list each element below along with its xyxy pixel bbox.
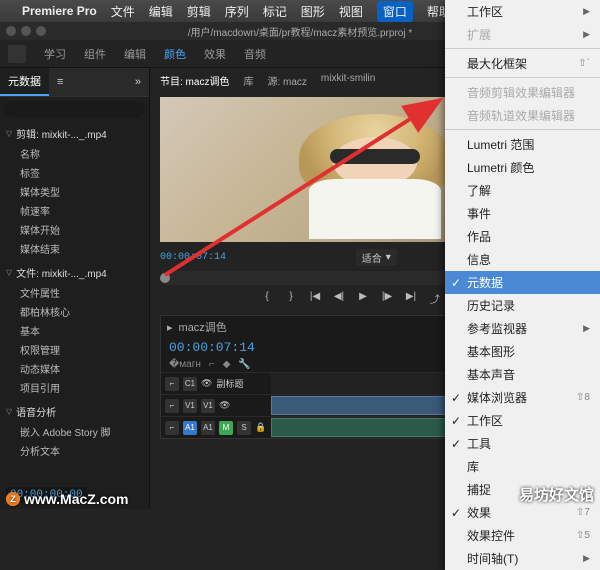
link-icon[interactable]: ⌐ (209, 359, 215, 370)
playhead-icon[interactable] (160, 273, 170, 283)
prop-mediatype[interactable]: 媒体类型 (0, 182, 149, 201)
tab-mixkit[interactable]: mixkit-smilin (321, 73, 375, 88)
menu-item-0[interactable]: 工作区▶ (445, 0, 600, 23)
section-file[interactable]: 文件: mixkit-..._.mp4 (0, 262, 149, 283)
prop-dublin[interactable]: 都柏林核心 (0, 302, 149, 321)
mark-out-icon[interactable]: } (283, 291, 299, 305)
prop-rights[interactable]: 权限管理 (0, 340, 149, 359)
prop-analyze[interactable]: 分析文本 (0, 441, 149, 460)
snap-icon[interactable]: �магн (169, 359, 201, 370)
zoom-fit[interactable]: 适合 ▾ (356, 249, 397, 266)
selection-tool-icon[interactable]: ▸ (167, 321, 173, 334)
menu-item-11[interactable]: ✓元数据 (445, 271, 600, 294)
menu-item-8[interactable]: 事件 (445, 202, 600, 225)
goto-out-icon[interactable]: ▶| (403, 291, 419, 305)
prop-projref[interactable]: 项目引用 (0, 378, 149, 397)
panel-menu-icon[interactable]: ≡ » (49, 68, 149, 96)
ws-tab-color[interactable]: 颜色 (164, 46, 186, 62)
menu-item-1: 扩展▶ (445, 23, 600, 49)
app-name[interactable]: Premiere Pro (22, 4, 97, 18)
timecode[interactable]: 00:00:07:14 (160, 252, 226, 263)
menu-item-5[interactable]: Lumetri 范围 (445, 133, 600, 156)
prop-mediastart[interactable]: 媒体开始 (0, 220, 149, 239)
prop-fileprops[interactable]: 文件属性 (0, 283, 149, 302)
workspace-tabs: 学习 组件 编辑 颜色 效果 音频 (32, 42, 278, 66)
lift-icon[interactable]: ⤴ (427, 291, 443, 305)
menu-item-19[interactable]: 库 (445, 455, 600, 478)
traffic-lights[interactable] (6, 26, 46, 36)
menu-item-9[interactable]: 作品 (445, 225, 600, 248)
metadata-panel: 元数据 ≡ » 剪辑: mixkit-..._.mp4 名称 标签 媒体类型 帧… (0, 68, 150, 509)
ws-tab-learn[interactable]: 学习 (44, 46, 66, 62)
mark-in-icon[interactable]: { (259, 291, 275, 305)
menu-item-23[interactable]: 时间轴(T)▶ (445, 547, 600, 570)
menu-item-18[interactable]: ✓工具 (445, 432, 600, 455)
section-speech[interactable]: 语音分析 (0, 401, 149, 422)
section-clip[interactable]: 剪辑: mixkit-..._.mp4 (0, 123, 149, 144)
menu-item-6[interactable]: Lumetri 颜色 (445, 156, 600, 179)
menu-item-14[interactable]: 基本图形 (445, 340, 600, 363)
marker-icon-tl[interactable]: ◆ (223, 359, 231, 370)
ws-tab-effects[interactable]: 效果 (204, 46, 226, 62)
menu-item-7[interactable]: 了解 (445, 179, 600, 202)
menu-item-3: 音频剪辑效果编辑器 (445, 81, 600, 104)
play-icon[interactable]: ▶ (355, 291, 371, 305)
ws-tab-audio[interactable]: 音频 (244, 46, 266, 62)
menu-item-4: 音频轨道效果编辑器 (445, 104, 600, 130)
menu-view[interactable]: 视图 (339, 3, 363, 20)
menu-window[interactable]: 窗口 (377, 1, 413, 22)
goto-in-icon[interactable]: |◀ (307, 291, 323, 305)
settings-icon-tl[interactable]: 🔧 (238, 359, 250, 370)
watermark-yifang: 易坊好文馆 (519, 484, 594, 505)
prop-mediaend[interactable]: 媒体结束 (0, 239, 149, 258)
menu-file[interactable]: 文件 (111, 3, 135, 20)
step-fwd-icon[interactable]: |▶ (379, 291, 395, 305)
prop-name[interactable]: 名称 (0, 144, 149, 163)
menu-marker[interactable]: 标记 (263, 3, 287, 20)
tab-library[interactable]: 库 (243, 73, 253, 88)
prop-story[interactable]: 嵌入 Adobe Story 脚 (0, 422, 149, 441)
menu-item-22[interactable]: 效果控件⇧5 (445, 524, 600, 547)
menu-item-13[interactable]: 参考监视器▶ (445, 317, 600, 340)
home-icon[interactable] (8, 45, 26, 63)
timeline-name[interactable]: macz调色 (179, 319, 227, 335)
video-clip[interactable] (271, 396, 446, 415)
audio-clip[interactable] (271, 418, 446, 437)
menu-item-15[interactable]: 基本声音 (445, 363, 600, 386)
tab-source[interactable]: 源: macz (267, 73, 306, 88)
menu-edit[interactable]: 编辑 (149, 3, 173, 20)
menu-item-10[interactable]: 信息 (445, 248, 600, 271)
watermark-macz: Z www.MacZ.com (6, 491, 129, 507)
menu-graphics[interactable]: 图形 (301, 3, 325, 20)
menu-item-16[interactable]: ✓媒体浏览器⇧8 (445, 386, 600, 409)
menu-item-2[interactable]: 最大化框架⇧` (445, 52, 600, 78)
prop-dynmedia[interactable]: 动态媒体 (0, 359, 149, 378)
menu-item-17[interactable]: ✓工作区 (445, 409, 600, 432)
logo-icon: Z (6, 492, 20, 506)
menu-item-12[interactable]: 历史记录 (445, 294, 600, 317)
menu-clip[interactable]: 剪辑 (187, 3, 211, 20)
prop-basic[interactable]: 基本 (0, 321, 149, 340)
search-input[interactable] (4, 101, 145, 117)
prop-framerate[interactable]: 帧速率 (0, 201, 149, 220)
menu-sequence[interactable]: 序列 (225, 3, 249, 20)
metadata-tab[interactable]: 元数据 (0, 68, 49, 96)
prop-label[interactable]: 标签 (0, 163, 149, 182)
ws-tab-edit[interactable]: 编辑 (124, 46, 146, 62)
tab-program[interactable]: 节目: macz调色 (160, 73, 229, 88)
step-back-icon[interactable]: ◀| (331, 291, 347, 305)
project-path: /用户/macdown/桌面/pr教程/macz素材预览.prproj * (188, 24, 413, 39)
ws-tab-assembly[interactable]: 组件 (84, 46, 106, 62)
